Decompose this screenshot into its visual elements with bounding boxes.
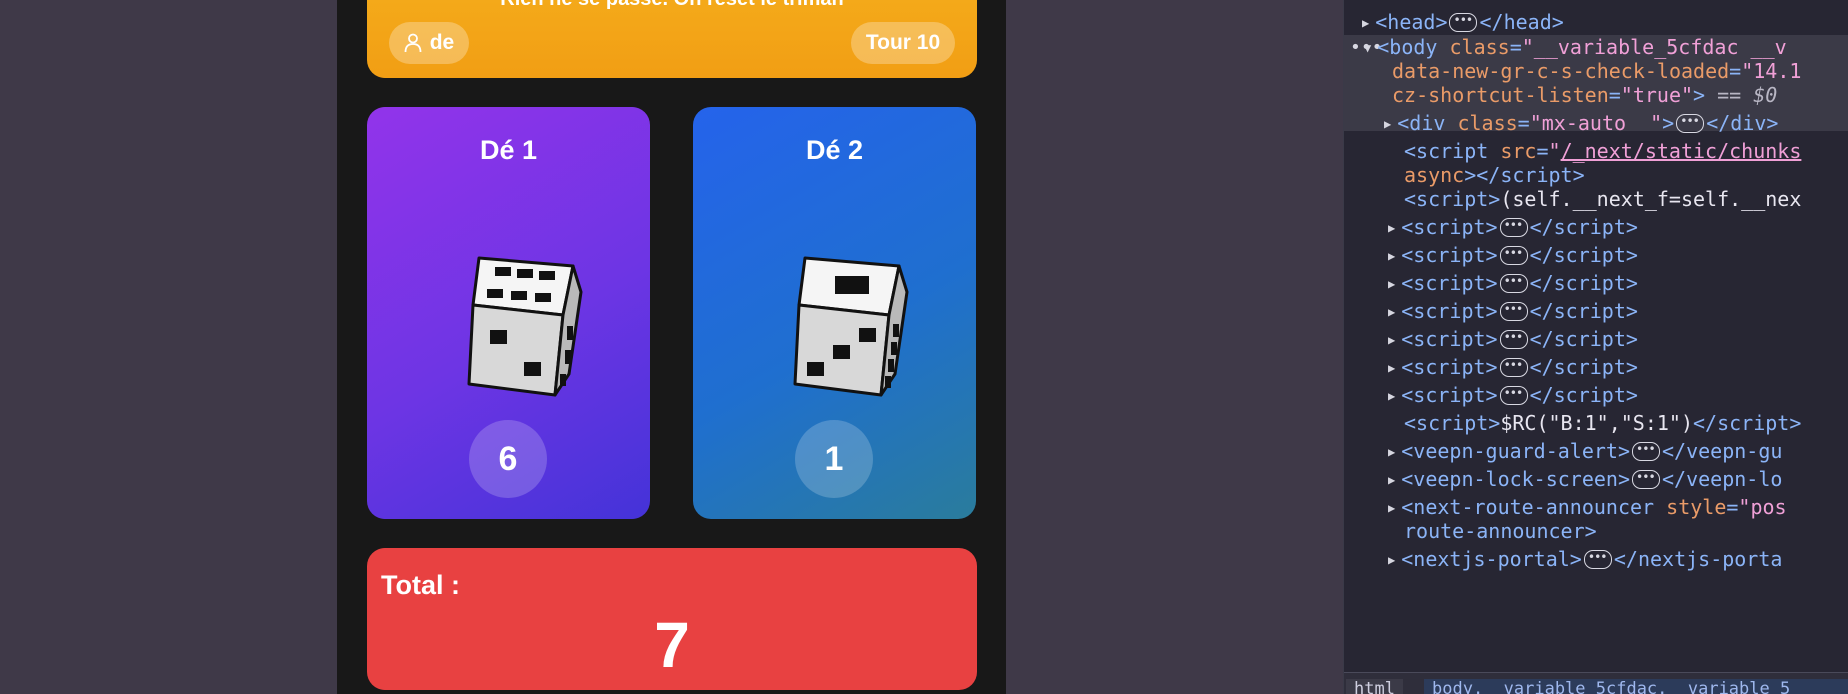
dom-node-line[interactable]: <script></script> [1388,241,1638,270]
dom-node-line[interactable]: <script></script> [1388,353,1638,382]
dom-node-line[interactable]: route-announcer> [1404,519,1597,543]
dom-node-line[interactable]: async></script> [1404,163,1585,187]
die-1-graphic [467,256,583,397]
player-badge: de [389,22,469,64]
die-2-graphic [793,256,909,397]
total-card: Total : 7 [367,548,977,690]
dom-node-line[interactable]: <veepn-lock-screen></veepn-lo [1388,465,1782,494]
breadcrumb-body[interactable]: body.__variable_5cfdac.__variable_5 [1424,679,1848,694]
user-icon [404,33,422,53]
die-1-value: 6 [469,420,547,498]
status-banner: Rien ne se passe. On reset le triman de … [367,0,977,78]
banner-message: Rien ne se passe. On reset le triman [367,0,977,11]
devtools-elements-panel[interactable]: ••• <head></head><body class="__variable… [1343,0,1848,694]
dom-node-line[interactable]: <script></script> [1388,325,1638,354]
breadcrumb-html[interactable]: html [1346,679,1403,694]
dom-node-line[interactable]: <nextjs-portal></nextjs-porta [1388,545,1782,574]
total-value: 7 [654,609,690,681]
dom-node-line[interactable]: <script src="/_next/static/chunks [1404,139,1801,163]
dom-node-line[interactable]: cz-shortcut-listen="true"> == $0 [1392,83,1777,107]
dom-node-line[interactable]: <div class="mx-auto "></div> [1384,109,1778,138]
dom-node-line[interactable]: <veepn-guard-alert></veepn-gu [1388,437,1782,466]
dom-node-line[interactable]: <script>$RC("B:1","S:1")</script> [1404,411,1801,435]
dom-node-line[interactable]: <head></head> [1362,8,1564,37]
turn-badge: Tour 10 [851,22,955,64]
dom-node-line[interactable]: <body class="__variable_5cfdac __v [1364,35,1786,62]
game-app: Rien ne se passe. On reset le triman de … [337,0,1006,694]
dom-node-line[interactable]: <script></script> [1388,269,1638,298]
dom-node-line[interactable]: <script>(self.__next_f=self.__nex [1404,187,1801,211]
dom-node-line[interactable]: <script></script> [1388,213,1638,242]
die-2-value: 1 [795,420,873,498]
die-2-card: Dé 2 1 [693,107,976,519]
dom-node-line[interactable]: <script></script> [1388,297,1638,326]
player-name: de [429,31,455,54]
die-1-title: Dé 1 [479,135,538,165]
total-label: Total : [381,570,460,600]
die-2-title: Dé 2 [805,135,864,165]
dom-node-line[interactable]: <script></script> [1388,381,1638,410]
die-1-card: Dé 1 6 [367,107,650,519]
dom-node-line[interactable]: <next-route-announcer style="pos [1388,495,1786,522]
dom-node-line[interactable]: data-new-gr-c-s-check-loaded="14.1 [1392,59,1801,83]
breadcrumb: html body.__variable_5cfdac.__variable_5 [1344,672,1848,694]
